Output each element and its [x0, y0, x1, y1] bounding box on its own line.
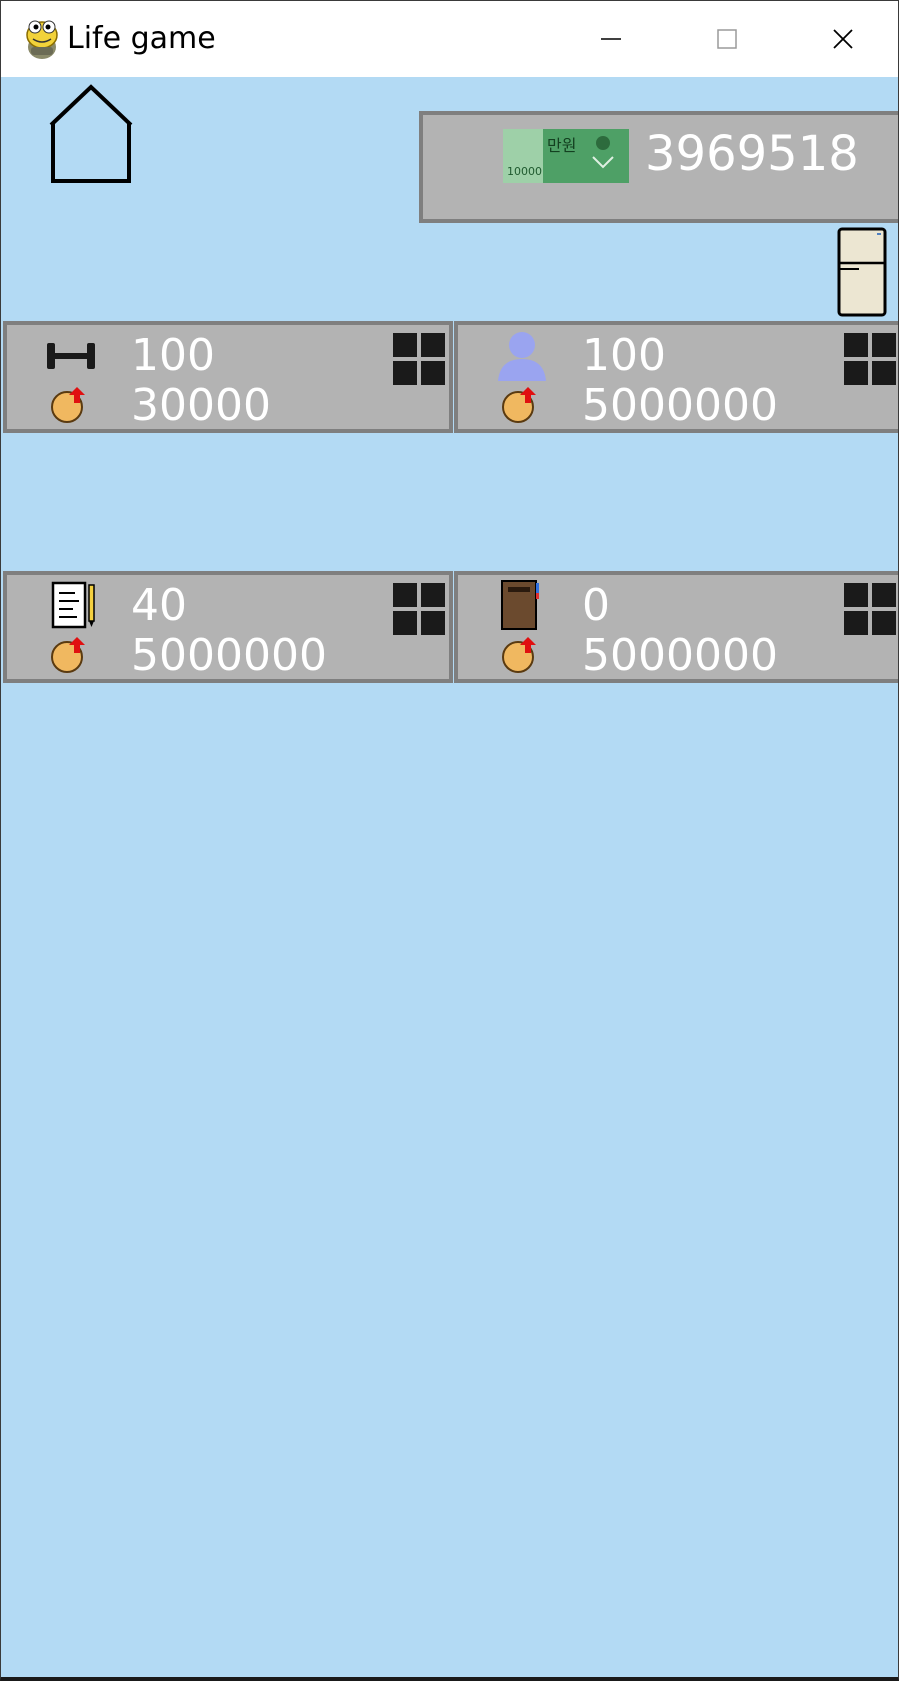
bill-text: 만원 — [547, 136, 576, 155]
book-icon — [501, 580, 539, 630]
minimize-icon — [601, 38, 621, 40]
bill-number: 10000 — [507, 165, 542, 178]
coin-upgrade-icon — [51, 387, 85, 423]
stat-card-study: 40 5000000 — [3, 571, 453, 683]
coin-upgrade-icon — [502, 387, 536, 423]
stat-value: 40 — [131, 580, 187, 631]
upgrade-cost: 30000 — [131, 380, 271, 431]
stat-card-social: 100 5000000 — [454, 321, 898, 433]
fridge-icon[interactable] — [837, 227, 887, 317]
stat-card-knowledge: 0 5000000 — [454, 571, 898, 683]
close-button[interactable] — [785, 1, 898, 77]
title-bar[interactable]: Life game — [1, 1, 898, 77]
stat-value: 100 — [582, 330, 666, 381]
coin-upgrade-icon — [51, 637, 85, 673]
python-snake-icon — [26, 20, 58, 59]
grid-icon[interactable] — [391, 581, 447, 637]
maximize-button[interactable] — [669, 1, 785, 77]
stat-value: 100 — [131, 330, 215, 381]
grid-icon[interactable] — [842, 331, 898, 387]
minimize-button[interactable] — [553, 1, 669, 77]
upgrade-cost: 5000000 — [582, 630, 778, 681]
dumbbell-icon — [47, 343, 95, 369]
grid-icon[interactable] — [391, 331, 447, 387]
notepad-pencil-icon — [51, 581, 95, 629]
close-icon — [833, 29, 853, 49]
money-panel: 10000 만원 3969518 — [419, 111, 898, 223]
stat-value: 0 — [582, 580, 610, 631]
game-canvas: 10000 만원 3969518 100 30000 100 5000000 4… — [1, 77, 898, 1677]
home-icon[interactable] — [43, 83, 139, 185]
money-amount: 3969518 — [645, 126, 859, 182]
window-title: Life game — [67, 21, 216, 56]
grid-icon[interactable] — [842, 581, 898, 637]
upgrade-cost: 5000000 — [131, 630, 327, 681]
banknote-icon: 10000 만원 — [503, 129, 629, 183]
upgrade-cost: 5000000 — [582, 380, 778, 431]
coin-upgrade-icon — [502, 637, 536, 673]
stat-card-health: 100 30000 — [3, 321, 453, 433]
app-window: Life game 10000 만원 3969518 100 30000 100… — [0, 0, 899, 1681]
maximize-icon — [717, 29, 737, 49]
person-icon — [498, 332, 546, 381]
